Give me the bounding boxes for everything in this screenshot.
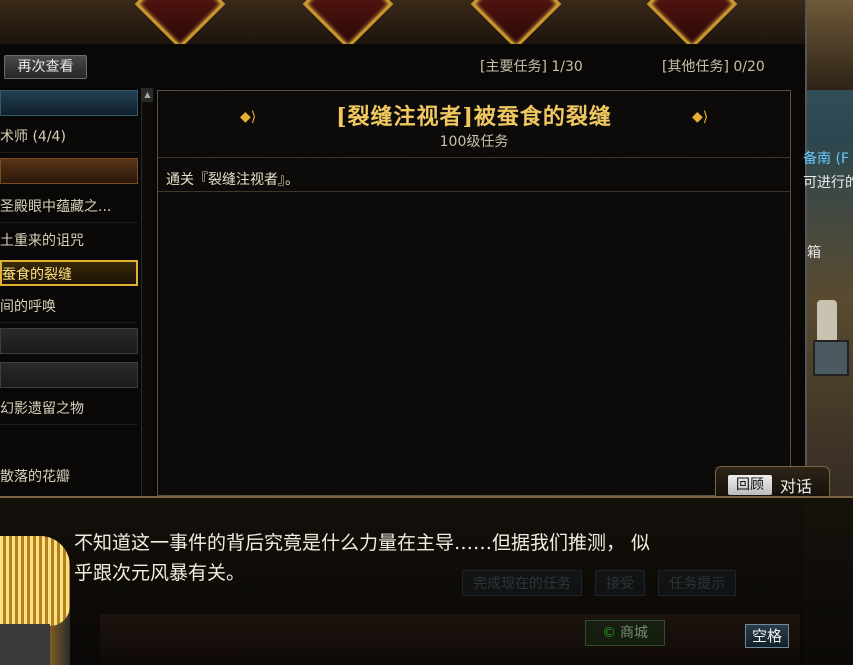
top-menu-banner bbox=[0, 0, 805, 44]
quest-list-item[interactable]: 术师 (4/4) bbox=[0, 124, 138, 150]
detail-divider bbox=[158, 157, 790, 158]
quest-objective: 通关『裂缝注视者』。 bbox=[166, 172, 299, 188]
npc-name-text: 备南 (F bbox=[803, 151, 849, 167]
quest-level: 100级任务 bbox=[439, 134, 509, 150]
shop-button: © 商城 bbox=[585, 620, 665, 646]
review-button[interactable]: 回顾 bbox=[728, 475, 772, 495]
hud-skill-bar bbox=[100, 614, 800, 664]
dialog-tab-label: 对话 bbox=[780, 477, 813, 496]
list-divider bbox=[0, 222, 138, 223]
portrait-cloak bbox=[0, 624, 50, 665]
shop-icon: © bbox=[602, 625, 616, 641]
fleur-right-icon: ◆⟩ bbox=[692, 109, 709, 125]
quest-list-item[interactable]: 散落的花瓣 bbox=[0, 464, 138, 490]
quest-list-item-selected[interactable]: 蚕食的裂缝 bbox=[0, 260, 138, 286]
menu-diamond-icon[interactable] bbox=[470, 0, 562, 44]
menu-diamond-icon[interactable] bbox=[646, 0, 738, 44]
scene-chest bbox=[813, 340, 849, 376]
scene-roof bbox=[807, 0, 853, 90]
dialog-tab: 回顾 对话 bbox=[715, 466, 830, 498]
npc-status-text: 可进行的 bbox=[803, 175, 853, 191]
space-continue-button[interactable]: 空格 bbox=[745, 624, 789, 648]
quest-category-row[interactable] bbox=[0, 362, 138, 388]
quest-list-item[interactable]: 幻影遗留之物 bbox=[0, 396, 138, 422]
dialog-box[interactable]: 完成现在的任务 接受 任务提示 © 商城 不知道这一事件的背后究竟是什么力量在主导… bbox=[0, 496, 853, 665]
quest-list-item[interactable] bbox=[0, 430, 138, 456]
shop-label: 商城 bbox=[620, 625, 648, 641]
quest-category-row[interactable] bbox=[0, 90, 138, 116]
quest-category-row[interactable] bbox=[0, 158, 138, 184]
recheck-button[interactable]: 再次查看 bbox=[4, 55, 87, 79]
npc-portrait bbox=[0, 536, 70, 665]
dialog-line-2: 乎跟次元风暴有关。 bbox=[74, 562, 246, 584]
scroll-up-icon[interactable]: ▲ bbox=[142, 88, 153, 102]
menu-diamond-icon[interactable] bbox=[134, 0, 226, 44]
list-divider bbox=[0, 322, 138, 323]
scene-box-text: 箱 bbox=[807, 245, 821, 261]
quest-category-row[interactable] bbox=[0, 328, 138, 354]
detail-divider bbox=[158, 191, 790, 192]
dialog-line-1: 不知道这一事件的背后究竟是什么力量在主导……但据我们推测， 似 bbox=[74, 532, 651, 554]
quest-list-item[interactable]: 间的呼唤 bbox=[0, 294, 138, 320]
quest-list-scrollbar[interactable]: ▲ bbox=[141, 88, 153, 498]
quest-detail-panel: ◆⟩ [裂缝注视者]被蚕食的裂缝 ◆⟩ 100级任务 通关『裂缝注视者』。 bbox=[157, 90, 791, 496]
menu-diamond-icon[interactable] bbox=[302, 0, 394, 44]
quest-list: 术师 (4/4) 圣殿眼中蕴藏之... 土重来的诅咒 蚕食的裂缝 间的呼唤 幻影… bbox=[0, 88, 140, 498]
quest-list-item[interactable]: 土重来的诅咒 bbox=[0, 228, 138, 254]
main-quest-counter: [主要任务] 1/30 bbox=[480, 59, 583, 75]
list-divider bbox=[0, 424, 138, 425]
other-quest-counter: [其他任务] 0/20 bbox=[662, 59, 765, 75]
list-divider bbox=[0, 152, 138, 153]
quest-list-item[interactable]: 圣殿眼中蕴藏之... bbox=[0, 194, 138, 220]
portrait-fringe bbox=[0, 536, 70, 626]
dialog-text: 不知道这一事件的背后究竟是什么力量在主导……但据我们推测， 似 乎跟次元风暴有关… bbox=[74, 528, 774, 588]
